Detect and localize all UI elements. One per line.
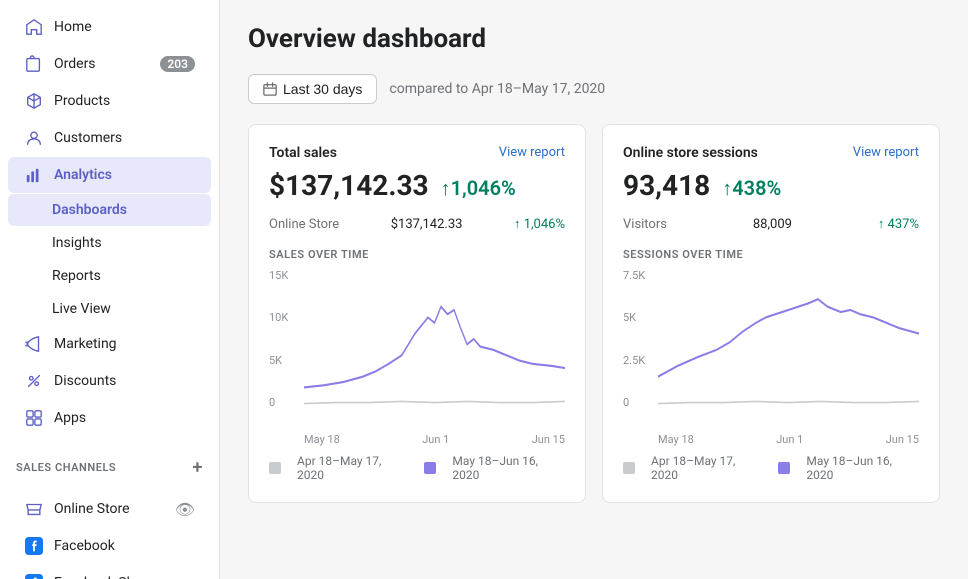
sidebar-item-analytics[interactable]: Analytics [8,157,211,193]
total-sales-change: ↑1,046% [441,176,516,201]
discounts-icon [24,371,44,391]
date-range-button[interactable]: Last 30 days [248,74,377,104]
sessions-header: Online store sessions View report [623,145,919,161]
total-sales-y-labels: 15K10K5K0 [269,269,304,409]
sessions-card: Online store sessions View report 93,418… [602,124,940,503]
facebook-shop-icon [24,573,44,579]
legend-purple-dot [424,462,436,474]
sidebar-item-customers-label: Customers [54,130,195,146]
sessions-metric-label: Visitors [623,217,667,232]
sidebar-item-marketing[interactable]: Marketing [8,326,211,362]
total-sales-value: $137,142.33 [269,169,429,202]
cards-row: Total sales View report $137,142.33 ↑1,0… [248,124,940,503]
sidebar-item-orders[interactable]: Orders 203 [8,46,211,82]
sidebar-item-home-label: Home [54,19,195,35]
analytics-icon [24,165,44,185]
home-icon [24,17,44,37]
date-range-label: Last 30 days [283,81,362,97]
sidebar-item-facebook-shop[interactable]: Facebook Shop [8,565,211,579]
sidebar-item-customers[interactable]: Customers [8,120,211,156]
sessions-legend-purple-label: May 18–Jun 16, 2020 [806,454,919,482]
sessions-chart-canvas [658,269,919,409]
total-sales-metric-change: ↑ 1,046% [514,216,565,232]
legend-purple-label: May 18–Jun 16, 2020 [452,454,565,482]
customers-icon [24,128,44,148]
orders-icon [24,54,44,74]
sidebar-item-online-store[interactable]: Online Store 👁 [8,491,211,527]
sidebar-item-insights[interactable]: Insights [8,227,211,259]
sessions-legend-purple-dot [778,462,790,474]
sidebar-item-dashboards-label: Dashboards [52,202,195,218]
total-sales-chart: 15K10K5K0 [269,269,565,429]
apps-icon [24,408,44,428]
total-sales-metric-row: Online Store $137,142.33 ↑ 1,046% [269,216,565,232]
sidebar-item-apps-label: Apps [54,410,195,426]
sales-channels-header: SALES CHANNELS + [0,445,219,482]
add-sales-channel-button[interactable]: + [193,457,203,478]
sessions-chart-title: SESSIONS OVER TIME [623,248,919,261]
sessions-legend-gray-dot [623,462,635,474]
facebook-icon [24,536,44,556]
sessions-metric-row: Visitors 88,009 ↑ 437% [623,216,919,232]
sidebar-item-orders-label: Orders [54,56,150,72]
sidebar: Home Orders 203 Products Customers [0,0,220,579]
sidebar-item-products-label: Products [54,93,195,109]
sessions-legend-gray-label: Apr 18–May 17, 2020 [651,454,762,482]
total-sales-header: Total sales View report [269,145,565,161]
sidebar-item-reports-label: Reports [52,268,195,284]
legend-gray-label: Apr 18–May 17, 2020 [297,454,408,482]
total-sales-chart-title: SALES OVER TIME [269,248,565,261]
sessions-x-labels: May 18Jun 1Jun 15 [623,433,919,446]
total-sales-metric-value: $137,142.33 [391,217,463,232]
sidebar-item-liveview[interactable]: Live View [8,293,211,325]
eye-icon[interactable]: 👁 [175,500,195,519]
total-sales-view-report[interactable]: View report [499,145,565,160]
sessions-title: Online store sessions [623,145,758,161]
sessions-chart: 7.5K5K2.5K0 [623,269,919,429]
sessions-view-report[interactable]: View report [853,145,919,160]
sidebar-item-analytics-label: Analytics [54,167,195,183]
sidebar-item-home[interactable]: Home [8,9,211,45]
sidebar-item-insights-label: Insights [52,235,195,251]
sidebar-item-liveview-label: Live View [52,301,195,317]
legend-gray-dot [269,462,281,474]
sidebar-item-products[interactable]: Products [8,83,211,119]
main-content: Overview dashboard Last 30 days compared… [220,0,968,579]
page-title: Overview dashboard [248,24,940,54]
sidebar-item-reports[interactable]: Reports [8,260,211,292]
sessions-metric-change: ↑ 437% [878,216,919,232]
sidebar-item-facebook[interactable]: Facebook [8,528,211,564]
total-sales-x-labels: May 18Jun 1Jun 15 [269,433,565,446]
total-sales-card: Total sales View report $137,142.33 ↑1,0… [248,124,586,503]
store-icon [24,499,44,519]
sessions-metric-value: 88,009 [753,217,792,232]
total-sales-legend: Apr 18–May 17, 2020 May 18–Jun 16, 2020 [269,454,565,482]
sidebar-item-online-store-label: Online Store [54,501,165,517]
sidebar-item-discounts[interactable]: Discounts [8,363,211,399]
total-sales-chart-canvas [304,269,565,409]
sidebar-item-discounts-label: Discounts [54,373,195,389]
sidebar-item-facebook-shop-label: Facebook Shop [54,575,195,579]
total-sales-title: Total sales [269,145,337,161]
orders-badge: 203 [160,56,195,72]
products-icon [24,91,44,111]
compare-text: compared to Apr 18–May 17, 2020 [389,81,605,97]
date-filter-bar: Last 30 days compared to Apr 18–May 17, … [248,74,940,104]
calendar-icon [263,82,277,96]
sidebar-item-facebook-label: Facebook [54,538,195,554]
sessions-change: ↑438% [722,176,781,201]
sessions-legend: Apr 18–May 17, 2020 May 18–Jun 16, 2020 [623,454,919,482]
sidebar-item-dashboards[interactable]: Dashboards [8,194,211,226]
total-sales-metric-label: Online Store [269,217,339,232]
sidebar-item-marketing-label: Marketing [54,336,195,352]
marketing-icon [24,334,44,354]
sessions-value: 93,418 [623,169,710,202]
sidebar-item-apps[interactable]: Apps [8,400,211,436]
sessions-y-labels: 7.5K5K2.5K0 [623,269,658,409]
